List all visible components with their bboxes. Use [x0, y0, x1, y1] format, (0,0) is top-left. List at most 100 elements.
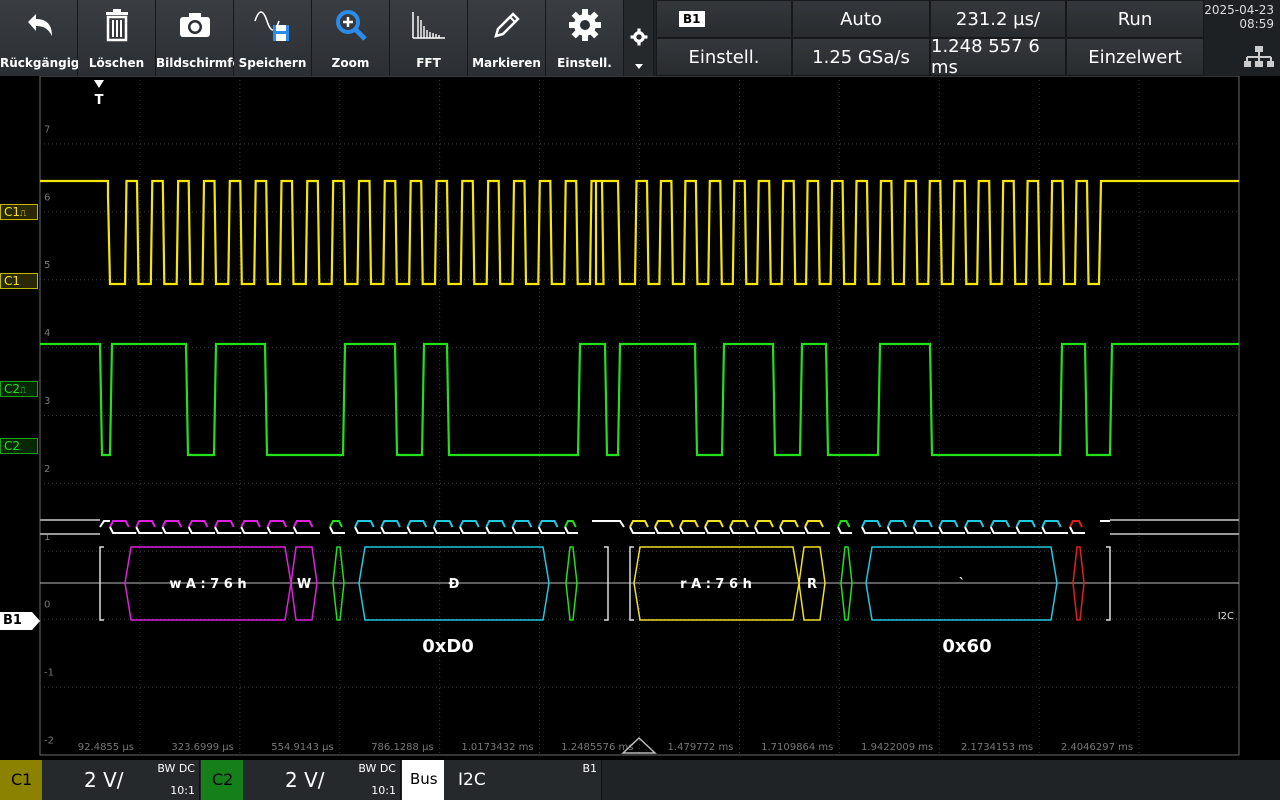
bus-bit-high	[354, 520, 375, 528]
camera-icon	[179, 13, 210, 37]
bus-bit-low	[886, 526, 914, 534]
toolbar-settings-menu[interactable]	[624, 0, 654, 76]
c2-channel-tab[interactable]: C2	[201, 760, 243, 800]
bus-channel-tab[interactable]: Bus	[402, 760, 444, 800]
c2-trigger-level-label: C2	[4, 382, 21, 396]
trigger-marker-label: T	[95, 93, 104, 108]
bus-bit-low	[754, 526, 780, 534]
bus-bit-high	[564, 520, 577, 528]
bus-bit-high	[754, 520, 774, 528]
bus-bit-low	[187, 526, 215, 534]
save-label: Speichern	[238, 56, 307, 70]
save-button[interactable]: Speichern	[234, 0, 312, 76]
c2-scale-panel[interactable]: 2 V/ BW DC 10:1	[243, 760, 401, 800]
bus-bit-high	[1041, 520, 1062, 528]
bus-bit-high	[912, 520, 933, 528]
bus-bit-low	[1015, 526, 1043, 534]
bus-settings-cell[interactable]: Einstell.	[656, 38, 792, 76]
bus-bit-low	[329, 526, 345, 534]
bus-bit-low	[654, 526, 680, 534]
c1-channel-tab[interactable]: C1	[0, 760, 42, 800]
bus-bit-high	[704, 520, 724, 528]
y-axis-label: 6	[44, 192, 50, 203]
bus-bit-high	[109, 520, 130, 528]
bus-bit-low	[380, 526, 408, 534]
bus-bit-low	[989, 526, 1017, 534]
settings-label: Einstell.	[557, 56, 612, 70]
x-axis-label: 2.1734153 ms	[961, 742, 1033, 753]
trigger-position-icon[interactable]	[94, 80, 104, 88]
bus-bit-low	[861, 526, 888, 534]
bus-bit-high	[964, 520, 985, 528]
settings-button[interactable]: Einstell.	[546, 0, 624, 76]
pencil-icon	[493, 12, 520, 38]
bus-bit-high	[861, 520, 882, 528]
clock-panel: 2025-04-23 08:59	[1204, 0, 1280, 76]
waveform-display[interactable]: 7 6 5 4 3 2 1 0 -1 -2 92.4855 µs 323.6999 µs 554.91…	[0, 75, 1280, 760]
bus-bit-high	[989, 520, 1011, 528]
undo-button[interactable]: Rückgängig	[0, 0, 79, 76]
y-axis-label: -2	[44, 735, 54, 746]
bus-bit-low	[704, 526, 730, 534]
undo-icon	[27, 14, 52, 36]
bus-bit-low	[779, 526, 805, 534]
bus-badge-cell[interactable]: B1	[656, 0, 792, 38]
waveform-canvas[interactable]: 76543210-1-2 92.4855 µs 323.6999 µs 554.91…	[0, 75, 1280, 760]
y-axis-label: 0	[44, 600, 50, 611]
bus-start-edge	[99, 520, 110, 528]
bus-bit-high	[938, 520, 959, 528]
y-axis-label: 4	[44, 328, 50, 339]
bus-id: B1	[582, 762, 597, 775]
time-position-cell[interactable]: 1.248 557 6 ms	[930, 36, 1066, 78]
c1-scale-panel[interactable]: 2 V/ BW DC 10:1	[42, 760, 200, 800]
bus-protocol-panel[interactable]: I2C B1	[444, 760, 602, 800]
bus-bit-high	[380, 520, 401, 528]
bus-bit-low	[564, 526, 578, 534]
timebase-cell[interactable]: 231.2 µs/	[930, 0, 1066, 38]
screenshot-button[interactable]: Bildschirmfoto	[156, 0, 255, 76]
c1-probe-ratio: 10:1	[170, 784, 195, 797]
fft-label: FFT	[416, 56, 441, 70]
c2-bandwidth: BW DC	[358, 762, 396, 775]
bus-bit-high	[135, 520, 156, 528]
annotate-button[interactable]: Markieren	[468, 0, 546, 76]
fft-icon	[411, 12, 445, 39]
zoom-button[interactable]: Zoom	[312, 0, 390, 76]
c2-trigger-level-marker[interactable]: C2⎍	[0, 381, 38, 397]
delete-button[interactable]: Löschen	[78, 0, 156, 76]
x-axis-label: 92.4855 µs	[78, 742, 134, 753]
c1-trigger-level-label: C1	[4, 205, 21, 219]
bus-bit-low	[729, 526, 755, 534]
time-position: 1.248 557 6 ms	[931, 36, 1040, 78]
run-state-cell[interactable]: Run	[1066, 0, 1204, 38]
x-axis-label: 1.2485576 ms	[561, 742, 633, 753]
channel-bar: C1 2 V/ BW DC 10:1 C2 2 V/ BW DC 10:1 Bu…	[0, 760, 1280, 800]
x-axis-label: 1.9422009 ms	[861, 742, 933, 753]
b1-offset-label: B1	[3, 613, 22, 628]
bus-bit-high	[1069, 520, 1083, 528]
acq-mode-cell[interactable]: Einzelwert	[1066, 38, 1204, 76]
bus-settings-label: Einstell.	[688, 46, 760, 68]
bus-bit-high	[432, 520, 454, 528]
bus-bit-low	[459, 526, 487, 534]
c1-trigger-level-marker[interactable]: C1⎍	[0, 204, 38, 220]
decode-address-read-text: r A : 7 6 h	[680, 577, 752, 592]
bus-bit-low	[214, 526, 242, 534]
trigger-mode: Auto	[840, 8, 882, 30]
fft-button[interactable]: FFT	[390, 0, 468, 76]
sample-rate-cell[interactable]: 1.25 GSa/s	[792, 38, 930, 76]
c2-offset-label: C2	[4, 439, 21, 453]
c1-offset-marker[interactable]: C1	[0, 273, 38, 289]
bus-restart-edge	[592, 520, 625, 528]
bus-protocol-tag: I2C	[1218, 611, 1234, 622]
bus-bit-low	[1069, 526, 1085, 534]
y-axis-label: 7	[44, 124, 50, 135]
b1-offset-marker[interactable]: B1	[0, 612, 32, 630]
c2-offset-marker[interactable]: C2	[0, 438, 38, 454]
bus-bit-high	[406, 520, 428, 528]
y-axis-label: 3	[44, 396, 50, 407]
x-axis-label: 1.7109864 ms	[761, 742, 833, 753]
bus-bit-high	[240, 520, 261, 528]
c2-tab-label: C2	[212, 770, 234, 789]
trigger-mode-cell[interactable]: Auto	[792, 0, 930, 38]
